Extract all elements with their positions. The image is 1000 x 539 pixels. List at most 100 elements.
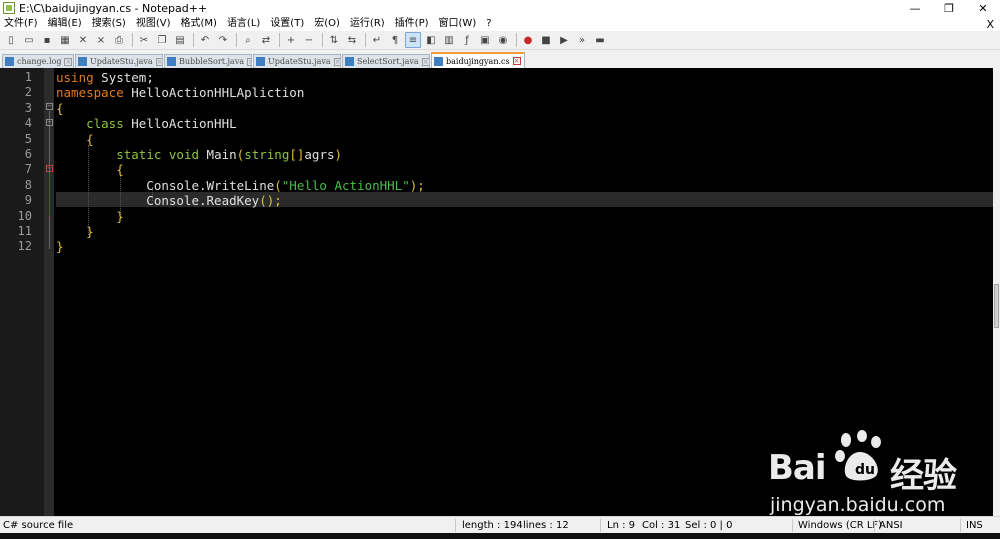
toolbar-separator (322, 33, 323, 47)
fold-toggle-icon[interactable]: − (46, 103, 53, 110)
code-line[interactable]: } (56, 239, 64, 254)
close-all-icon[interactable]: ⨯ (93, 32, 109, 48)
menu-item-5[interactable]: 语言(L) (227, 16, 260, 31)
code-token: } (56, 239, 64, 255)
zoom-in-icon[interactable]: + (283, 32, 299, 48)
function-list-icon[interactable]: ƒ (459, 32, 475, 48)
indent-guide-icon[interactable]: ≡ (405, 32, 421, 48)
save-icon[interactable]: ▪ (39, 32, 55, 48)
print-icon[interactable]: ⎙ (111, 32, 127, 48)
status-encoding[interactable]: ANSI (879, 517, 903, 534)
menu-item-3[interactable]: 视图(V) (136, 16, 171, 31)
sync-v-icon[interactable]: ⇅ (326, 32, 342, 48)
open-icon[interactable]: ▭ (21, 32, 37, 48)
code-line[interactable]: static void Main(string[]agrs) (56, 147, 342, 162)
code-line[interactable]: using System; (56, 70, 154, 85)
scrollbar-thumb[interactable] (994, 284, 999, 328)
tab-close-icon[interactable]: × (246, 57, 251, 66)
code-token: ( (274, 177, 282, 193)
redo-icon[interactable]: ↷ (215, 32, 231, 48)
menu-item-9[interactable]: 插件(P) (395, 16, 429, 31)
replace-icon[interactable]: ⇄ (258, 32, 274, 48)
stop-record-icon[interactable]: ■ (538, 32, 554, 48)
code-line[interactable]: namespace HelloActionHHLApliction (56, 85, 304, 100)
tab-label: BubbleSort.java (179, 57, 244, 66)
code-token: (); (259, 193, 282, 209)
status-mode[interactable]: INS (966, 517, 983, 534)
code-token: { (56, 100, 64, 116)
code-line[interactable]: class HelloActionHHL (56, 116, 237, 131)
undo-icon[interactable]: ↶ (197, 32, 213, 48)
cut-icon[interactable]: ✂ (136, 32, 152, 48)
new-icon[interactable]: ▯ (3, 32, 19, 48)
tab-5[interactable]: baidujingyan.cs × (431, 52, 525, 68)
menu-item-10[interactable]: 窗口(W) (439, 16, 477, 31)
tab-4[interactable]: SelectSort.java × (342, 54, 430, 68)
fold-toggle-icon[interactable]: − (46, 119, 53, 126)
code-token: string (244, 147, 290, 162)
maximize-button[interactable]: ❐ (932, 0, 966, 16)
menu-item-7[interactable]: 宏(O) (314, 16, 340, 31)
status-lines: lines : 12 (523, 520, 569, 531)
save-all-icon[interactable]: ▦ (57, 32, 73, 48)
doc-map-icon[interactable]: ▥ (441, 32, 457, 48)
find-icon[interactable]: ⌕ (240, 32, 256, 48)
tab-1[interactable]: UpdateStu.java × (75, 54, 163, 68)
status-length: length : 194 (462, 520, 523, 531)
tab-0[interactable]: change.log × (2, 54, 74, 68)
tab-close-icon[interactable]: × (512, 57, 521, 65)
zoom-out-icon[interactable]: − (301, 32, 317, 48)
tab-close-icon[interactable]: × (64, 57, 73, 66)
tab-3[interactable]: UpdateStu.java × (253, 54, 341, 68)
status-divider (455, 519, 456, 532)
user-lang-icon[interactable]: ◧ (423, 32, 439, 48)
menu-item-6[interactable]: 设置(T) (270, 16, 304, 31)
tab-label: change.log (17, 57, 62, 66)
code-line[interactable]: { (56, 132, 94, 147)
show-all-chars-icon[interactable]: ¶ (387, 32, 403, 48)
svg-text:du: du (855, 462, 875, 478)
play-macro-icon[interactable]: ▶ (556, 32, 572, 48)
menu-item-1[interactable]: 编辑(E) (48, 16, 82, 31)
tab-close-icon[interactable]: × (333, 57, 340, 66)
code-line[interactable]: Console.ReadKey(); (56, 193, 282, 209)
monitor-icon[interactable]: ◉ (495, 32, 511, 48)
run-macro-multiple-icon[interactable]: » (574, 32, 590, 48)
copy-icon[interactable]: ❐ (154, 32, 170, 48)
tab-bar: change.log × UpdateStu.java × BubbleSort.jav… (0, 52, 1000, 68)
line-number: 6 (24, 147, 32, 161)
code-line[interactable]: { (56, 101, 64, 116)
watermark-brand: Bai (768, 448, 827, 488)
code-token: void (168, 147, 200, 162)
baidu-paw-logo-icon: du (835, 430, 881, 481)
menu-item-8[interactable]: 运行(R) (350, 16, 385, 31)
tab-2[interactable]: BubbleSort.java× (164, 54, 252, 68)
folder-workspace-icon[interactable]: ▣ (477, 32, 493, 48)
menu-item-2[interactable]: 搜索(S) (92, 16, 126, 31)
fold-toggle-icon-active[interactable]: − (46, 165, 53, 172)
code-line[interactable]: } (56, 209, 124, 224)
minimize-button[interactable]: — (898, 0, 932, 16)
menu-item-0[interactable]: 文件(F) (4, 16, 38, 31)
close-icon[interactable]: ✕ (75, 32, 91, 48)
menu-item-4[interactable]: 格式(M) (181, 16, 217, 31)
status-eol[interactable]: Windows (CR LF) (798, 517, 882, 534)
code-line[interactable]: { (56, 162, 124, 177)
tab-close-icon[interactable]: × (421, 57, 429, 66)
sync-h-icon[interactable]: ⇆ (344, 32, 360, 48)
status-col: Col : 31 (642, 520, 681, 531)
file-icon (256, 57, 265, 66)
toolbar-separator (365, 33, 366, 47)
menu-item-11[interactable]: ? (486, 16, 491, 31)
word-wrap-icon[interactable]: ↵ (369, 32, 385, 48)
record-macro-icon[interactable]: ● (520, 32, 536, 48)
close-button[interactable]: ✕ (966, 0, 1000, 16)
vertical-scrollbar[interactable] (993, 68, 1000, 516)
code-line[interactable]: Console.WriteLine("Hello ActionHHL"); (56, 177, 424, 193)
tab-close-icon[interactable]: × (155, 57, 162, 66)
code-line[interactable]: } (56, 224, 94, 239)
save-macro-icon[interactable]: ▬ (592, 32, 608, 48)
paste-icon[interactable]: ▤ (172, 32, 188, 48)
toolbar-separator (193, 33, 194, 47)
